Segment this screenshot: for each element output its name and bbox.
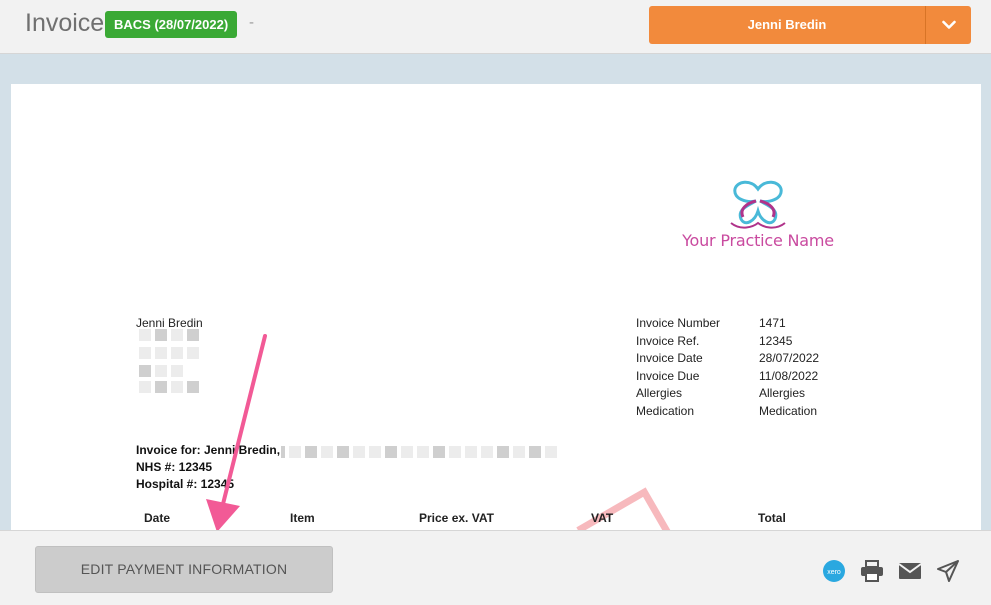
redacted-address-line — [139, 329, 199, 341]
patient-name: Jenni Bredin — [136, 316, 203, 330]
chevron-down-icon[interactable] — [926, 6, 971, 44]
meta-row: Medication Medication — [636, 404, 836, 422]
meta-row: Invoice Ref. 12345 — [636, 334, 836, 352]
meta-label: Medication — [636, 403, 695, 418]
hospital-number: Hospital #: 12345 — [136, 477, 235, 491]
page-title: Invoice — [25, 9, 105, 37]
meta-label: Invoice Date — [636, 351, 703, 365]
meta-label: Invoice Ref. — [636, 333, 700, 348]
redacted-billing-line — [281, 446, 557, 458]
status-badge: BACS (28/07/2022) — [105, 11, 238, 38]
patient-button[interactable]: Jenni Bredin — [649, 6, 971, 44]
patient-address: Jenni Bredin — [136, 316, 203, 330]
top-bar: Invoice BACS (28/07/2022) - Jenni Bredin — [0, 0, 991, 54]
meta-label: Invoice Number — [636, 316, 721, 330]
meta-value: 1471 — [759, 316, 786, 330]
meta-row: Invoice Due 11/08/2022 — [636, 369, 836, 387]
butterfly-icon — [730, 180, 786, 229]
meta-value: Medication — [759, 403, 818, 418]
invoice-document: Your Practice Name Jenni Bredin Invoice … — [11, 84, 981, 544]
meta-value: Allergies — [759, 386, 806, 400]
meta-value: 11/08/2022 — [759, 368, 819, 383]
xero-icon[interactable]: xero — [822, 559, 846, 583]
bottom-toolbar: EDIT PAYMENT INFORMATION xero — [0, 530, 991, 605]
patient-button-label[interactable]: Jenni Bredin — [649, 6, 925, 44]
invoice-for: Invoice for: Jenni Bredin, — [136, 443, 281, 457]
mail-icon[interactable] — [898, 559, 922, 583]
title-separator: - — [249, 14, 254, 31]
billing-details: Invoice for: Jenni Bredin, NHS #: 12345 … — [136, 442, 280, 493]
meta-value: 28/07/2022 — [759, 351, 820, 365]
meta-row: Allergies Allergies — [636, 386, 836, 404]
redacted-address-line — [139, 381, 199, 393]
meta-value: 12345 — [759, 333, 793, 348]
column-price: Price ex. VAT — [419, 511, 494, 525]
invoice-meta: Invoice Number 1471 Invoice Ref. 12345 Inv… — [636, 316, 836, 421]
redacted-address-line — [139, 347, 199, 359]
column-total: Total — [758, 511, 786, 525]
meta-label: Allergies — [636, 386, 683, 400]
edit-payment-information-button[interactable]: EDIT PAYMENT INFORMATION — [35, 546, 333, 593]
xero-label: xero — [827, 569, 841, 576]
column-date: Date — [144, 511, 171, 525]
nhs-number: NHS #: 12345 — [136, 460, 213, 474]
print-icon[interactable] — [860, 559, 884, 583]
meta-label: Invoice Due — [636, 368, 700, 383]
send-icon[interactable] — [936, 559, 960, 583]
column-vat: VAT — [591, 511, 614, 525]
meta-row: Invoice Number 1471 — [636, 316, 836, 334]
meta-row: Invoice Date 28/07/2022 — [636, 351, 836, 369]
column-item: Item — [290, 511, 315, 525]
redacted-address-line — [139, 365, 183, 377]
practice-logo: Your Practice Name — [678, 179, 838, 259]
practice-name: Your Practice Name — [682, 231, 834, 250]
